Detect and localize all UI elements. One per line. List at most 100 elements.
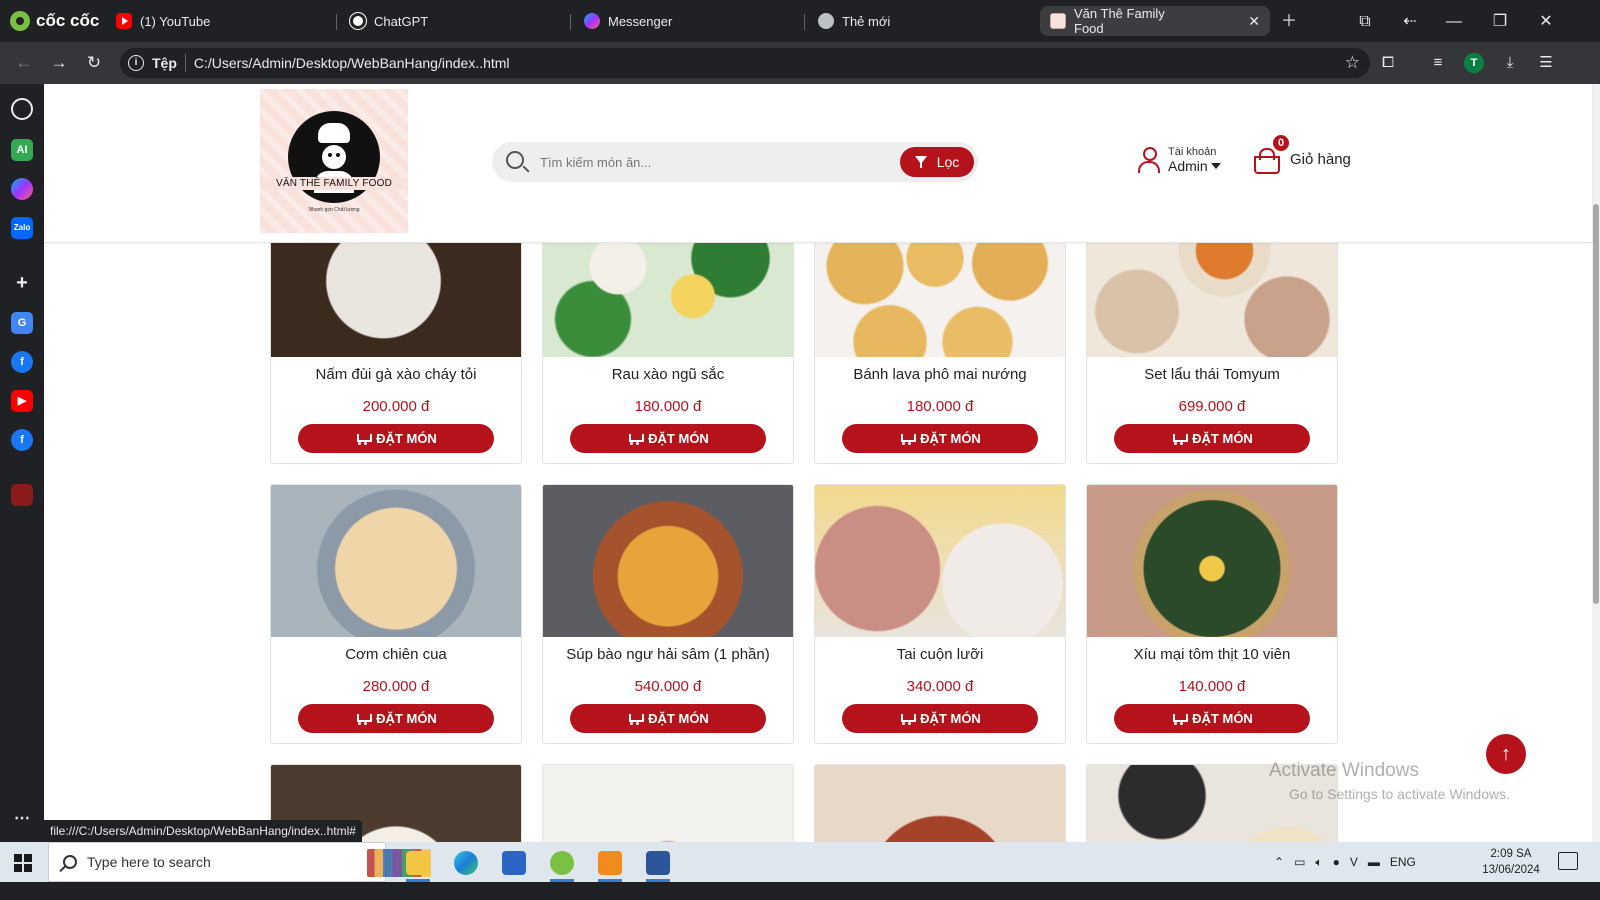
url-text[interactable]: C:/Users/Admin/Desktop/WebBanHang/index.… — [194, 55, 510, 71]
product-card[interactable]: Nấm đùi gà xào cháy tỏi 200.000 đ ĐẶT MÓN — [270, 204, 522, 464]
site-logo[interactable]: VĂN THÊ FAMILY FOOD Nhanh gọn Chất lượng — [260, 89, 408, 233]
product-name[interactable]: Xíu mại tôm thịt 10 viên — [1087, 646, 1337, 663]
coccoc-logo-icon — [10, 11, 30, 31]
tab-youtube[interactable]: (1) YouTube — [106, 6, 332, 36]
info-icon[interactable]: i — [128, 55, 144, 71]
order-button[interactable]: ĐẶT MÓN — [570, 704, 766, 733]
media-control-icon[interactable]: ≡ — [1426, 51, 1450, 75]
cart-icon — [355, 713, 373, 725]
order-button[interactable]: ĐẶT MÓN — [842, 704, 1038, 733]
tab-new-tab[interactable]: Thẻ mới — [808, 6, 1034, 36]
forward-button[interactable]: → — [47, 51, 71, 75]
account-label: Tài khoản — [1168, 146, 1217, 158]
order-button[interactable]: ĐẶT MÓN — [842, 424, 1038, 453]
scrollbar-thumb[interactable] — [1593, 204, 1599, 604]
watermark-subtitle: Go to Settings to activate Windows. — [1289, 786, 1510, 802]
facebook-icon[interactable]: f — [11, 351, 33, 373]
product-card[interactable]: Bánh lava phô mai nướng 180.000 đ ĐẶT MÓN — [814, 204, 1066, 464]
chevron-up-icon[interactable]: ⌃ — [1274, 855, 1284, 869]
bookmark-star-icon[interactable]: ☆ — [1345, 53, 1360, 73]
close-icon[interactable]: ✕ — [1248, 13, 1260, 30]
order-button[interactable]: ĐẶT MÓN — [1114, 704, 1310, 733]
battery-icon[interactable]: ▬ — [1368, 855, 1380, 869]
product-name[interactable]: Rau xào ngũ sắc — [543, 366, 793, 383]
zalo-icon[interactable]: Zalo — [11, 217, 33, 239]
translate-icon[interactable]: G — [11, 312, 33, 334]
product-image[interactable] — [1087, 485, 1337, 637]
product-card[interactable]: Tai cuộn lưỡi 340.000 đ ĐẶT MÓN — [814, 484, 1066, 744]
page-scrollbar[interactable] — [1592, 84, 1600, 861]
download-icon[interactable]: ⤓ — [1498, 51, 1522, 75]
search-icon[interactable] — [506, 151, 524, 169]
product-card[interactable]: Cơm chiên cua 280.000 đ ĐẶT MÓN — [270, 484, 522, 744]
network-icon[interactable]: ▭ — [1294, 855, 1305, 869]
account-menu[interactable]: Tài khoản Admin — [1138, 146, 1221, 174]
product-card[interactable]: Xíu mại tôm thịt 10 viên 140.000 đ ĐẶT MÓN — [1086, 484, 1338, 744]
product-card[interactable]: Rau xào ngũ sắc 180.000 đ ĐẶT MÓN — [542, 204, 794, 464]
facebook-icon[interactable]: f — [11, 429, 33, 451]
more-icon[interactable]: ⋯ — [11, 808, 33, 830]
vpn-icon[interactable]: V — [1350, 855, 1358, 869]
address-bar[interactable]: i Tệp C:/Users/Admin/Desktop/WebBanHang/… — [120, 48, 1370, 78]
taskbar-clock[interactable]: 2:09 SA 13/06/2024 — [1478, 846, 1544, 878]
product-name[interactable]: Cơm chiên cua — [271, 646, 521, 663]
app-tray-icon[interactable]: ● — [1333, 855, 1340, 869]
cart-icon — [899, 433, 917, 445]
messenger-icon[interactable] — [11, 178, 33, 200]
edge-app[interactable] — [446, 846, 486, 880]
back-arrow-icon[interactable]: ⇠ — [1398, 10, 1422, 34]
add-icon[interactable]: + — [11, 272, 33, 294]
notification-icon[interactable] — [1558, 852, 1578, 870]
volume-icon[interactable]: 🔈︎ — [1315, 855, 1322, 870]
product-card[interactable]: Set lẩu thái Tomyum 699.000 đ ĐẶT MÓN — [1086, 204, 1338, 464]
product-image[interactable] — [543, 485, 793, 637]
order-button[interactable]: ĐẶT MÓN — [570, 424, 766, 453]
history-icon[interactable] — [11, 98, 33, 120]
language-indicator[interactable]: ENG — [1390, 855, 1416, 869]
restore-button[interactable]: ❐ — [1488, 10, 1512, 34]
taskbar-search[interactable]: Type here to search — [48, 842, 431, 882]
product-name[interactable]: Set lẩu thái Tomyum — [1087, 366, 1337, 383]
search-input[interactable] — [540, 152, 880, 172]
coccoc-app[interactable] — [542, 846, 582, 882]
word-icon — [646, 851, 670, 875]
new-tab-button[interactable]: ＋ — [1277, 10, 1301, 34]
product-image[interactable] — [271, 485, 521, 637]
cart-icon — [627, 433, 645, 445]
browser-brand[interactable]: cốc cốc — [10, 10, 99, 32]
product-price: 180.000 đ — [906, 398, 974, 415]
tab-messenger[interactable]: Messenger — [574, 6, 800, 36]
back-button[interactable]: ← — [12, 51, 36, 75]
product-name[interactable]: Súp bào ngư hải sâm (1 phần) — [543, 646, 793, 663]
profile-avatar[interactable]: T — [1464, 53, 1484, 73]
youtube-icon[interactable]: ▶ — [11, 390, 33, 412]
sublime-app[interactable] — [590, 846, 630, 882]
order-button[interactable]: ĐẶT MÓN — [298, 704, 494, 733]
cart-button[interactable]: 0 Giỏ hàng — [1252, 134, 1351, 174]
product-name[interactable]: Tai cuộn lưỡi — [815, 646, 1065, 663]
search-bar: Lọc — [492, 142, 978, 182]
product-card[interactable]: Súp bào ngư hải sâm (1 phần) 540.000 đ ĐẶT… — [542, 484, 794, 744]
game-icon[interactable] — [11, 484, 33, 506]
tab-van-the-family-food[interactable]: Văn Thê Family Food ✕ — [1040, 6, 1270, 36]
tab-chatgpt[interactable]: ChatGPT — [340, 6, 566, 36]
word-app[interactable] — [638, 846, 678, 882]
menu-icon[interactable]: ☰ — [1534, 51, 1558, 75]
product-name[interactable]: Bánh lava phô mai nướng — [815, 366, 1065, 383]
tab-search-icon[interactable]: ⧉ — [1353, 10, 1377, 34]
extensions-icon[interactable]: ⧠ — [1376, 51, 1400, 75]
minimize-button[interactable]: — — [1442, 10, 1466, 34]
order-button[interactable]: ĐẶT MÓN — [1114, 424, 1310, 453]
product-name[interactable]: Nấm đùi gà xào cháy tỏi — [271, 366, 521, 383]
caret-down-icon — [1210, 163, 1221, 169]
file-explorer-app[interactable] — [398, 846, 438, 882]
filter-button[interactable]: Lọc — [900, 147, 974, 177]
reload-button[interactable]: ↻ — [82, 51, 106, 75]
close-window-button[interactable]: ✕ — [1534, 10, 1558, 34]
windows-start-icon[interactable] — [14, 854, 32, 872]
store-app[interactable] — [494, 846, 534, 880]
ai-assistant-icon[interactable]: AI — [11, 139, 33, 161]
product-image[interactable] — [815, 485, 1065, 637]
order-button-label: ĐẶT MÓN — [920, 711, 981, 726]
order-button[interactable]: ĐẶT MÓN — [298, 424, 494, 453]
